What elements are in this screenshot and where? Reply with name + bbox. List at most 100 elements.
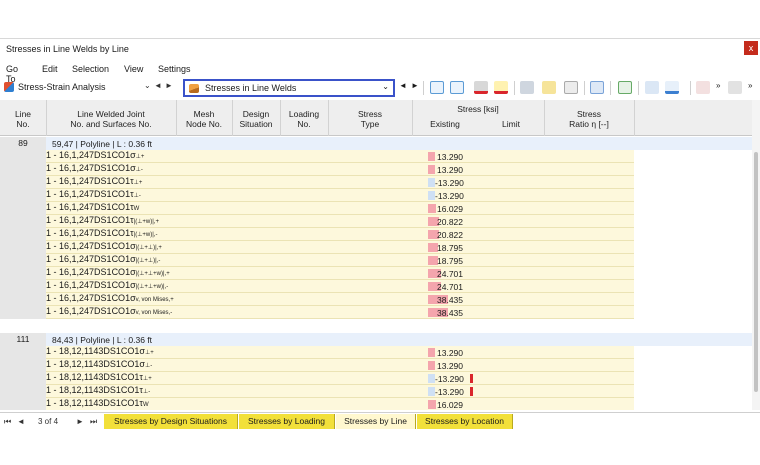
scroll-thumb[interactable] xyxy=(754,152,758,392)
col-joint[interactable]: Line Welded Joint No. and Surfaces No. xyxy=(46,109,176,129)
stress-type-cell: σ|(⊥+⊥)|,- xyxy=(130,254,161,264)
joint-cell: 1 - 16,1,2 xyxy=(46,202,85,212)
joint-cell: 1 - 18,12,11 xyxy=(46,372,94,382)
col-existing[interactable]: Existing xyxy=(412,119,478,129)
decimal-places-icon[interactable] xyxy=(665,81,679,94)
table-row[interactable]: 1 - 16,1,247DS1CO1τ⊥- -13.290 xyxy=(46,189,634,202)
filter-funnel-icon[interactable] xyxy=(645,81,659,94)
table-row[interactable]: 1 - 16,1,247DS1CO1τ⊥+ -13.290 xyxy=(46,176,634,189)
table-row[interactable]: 1 - 18,12,1143DS1CO1τ⊥- -13.290 xyxy=(46,385,634,398)
col-stress-type[interactable]: Stress Type xyxy=(328,109,412,129)
col-loading[interactable]: Loading No. xyxy=(280,109,328,129)
vertical-scrollbar[interactable] xyxy=(752,100,760,410)
mesh-node-cell: 47 xyxy=(84,254,95,264)
table-row[interactable]: 1 - 16,1,247DS1CO1τ|(⊥+w)|,- 20.822 xyxy=(46,228,634,241)
col-mesh[interactable]: Mesh Node No. xyxy=(176,109,232,129)
stress-type-cell: τ|(⊥+w)|,- xyxy=(130,228,158,238)
more-tools-icon[interactable]: » xyxy=(748,81,752,90)
table-row[interactable]: 1 - 16,1,247DS1CO1σ|(⊥+⊥)|,+ 18.795 xyxy=(46,241,634,254)
table-row[interactable]: 1 - 16,1,247DS1CO1σ⊥- 13.290 xyxy=(46,163,634,176)
table-row[interactable]: 1 - 16,1,247DS1CO1σ⊥+ 13.290 xyxy=(46,150,634,163)
col-stress-type-label: Stress Type xyxy=(357,109,383,129)
mesh-node-cell: 43 xyxy=(93,372,104,382)
search-table-icon[interactable] xyxy=(728,81,742,94)
table-row[interactable]: 1 - 16,1,247DS1CO1τ|(⊥+w)|,+ 20.822 xyxy=(46,215,634,228)
clear-selection-icon[interactable] xyxy=(696,81,710,94)
table-row[interactable]: 1 - 18,12,1143DS1CO1σ⊥- 13.290 xyxy=(46,359,634,372)
group-header-row[interactable]: 59,47 | Polyline | L : 0.36 ft xyxy=(46,137,760,150)
close-button[interactable]: x xyxy=(744,41,758,55)
design-situation-cell: DS1 xyxy=(103,372,121,382)
undo-select-icon[interactable] xyxy=(430,81,444,94)
select-pointer-icon[interactable] xyxy=(450,81,464,94)
mesh-node-cell: 47 xyxy=(84,228,95,238)
table-grid-icon[interactable] xyxy=(520,81,534,94)
existing-value: 13.290 xyxy=(437,164,463,175)
table-outline-icon[interactable] xyxy=(564,81,578,94)
loading-cell: CO1 xyxy=(111,254,131,264)
existing-value: 24.701 xyxy=(437,281,463,292)
stress-type-subscript: v, von Mises,- xyxy=(135,310,173,316)
table-row[interactable]: 1 - 16,1,247DS1CO1σv, von Mises,+ 38.435 xyxy=(46,293,634,306)
tab-loading[interactable]: Stresses by Loading xyxy=(239,414,335,429)
next-arrow-icon[interactable]: ► xyxy=(165,81,173,90)
line-number[interactable]: 111 xyxy=(0,333,46,410)
stress-type-cell: σ⊥+ xyxy=(130,150,145,160)
tab-line[interactable]: Stresses by Line xyxy=(336,414,416,429)
design-situation-cell: DS1 xyxy=(94,202,112,212)
next-page-icon[interactable]: ► xyxy=(76,417,84,426)
col-line-no[interactable]: Line No. xyxy=(0,109,46,129)
stress-type-subscript: |(⊥+w)|,+ xyxy=(133,219,159,225)
next-table-icon[interactable]: ► xyxy=(411,81,419,90)
menu-edit[interactable]: Edit xyxy=(42,64,58,74)
tab-location[interactable]: Stresses by Location xyxy=(417,414,513,429)
table-row[interactable]: 1 - 18,12,1143DS1CO1τ⊥+ -13.290 xyxy=(46,372,634,385)
stress-type-subscript: |(⊥+⊥)|,+ xyxy=(135,245,162,251)
chevron-down-icon[interactable]: ⌄ xyxy=(144,81,151,90)
export-icon[interactable] xyxy=(618,81,632,94)
joint-cell: 1 - 16,1,2 xyxy=(46,215,85,225)
existing-bar xyxy=(428,374,435,383)
mesh-node-cell: 47 xyxy=(84,215,95,225)
menu-selection[interactable]: Selection xyxy=(72,64,109,74)
table-selector[interactable]: Stresses in Line Welds ⌄ xyxy=(183,79,395,97)
joint-cell: 1 - 16,1,2 xyxy=(46,293,85,303)
table-row[interactable]: 1 - 18,12,1143DS1CO1σ⊥+ 13.290 xyxy=(46,346,634,359)
table-yellow-icon[interactable] xyxy=(542,81,556,94)
last-page-icon[interactable]: ⏭ xyxy=(90,417,97,427)
view-eye-icon[interactable] xyxy=(474,81,488,94)
table-row[interactable]: 1 - 16,1,247DS1CO1σ|(⊥+⊥+w)|,- 24.701 xyxy=(46,280,634,293)
col-ratio[interactable]: Stress Ratio η [--] xyxy=(544,109,634,129)
joint-cell: 1 - 18,12,11 xyxy=(46,346,94,356)
column-layout-icon[interactable] xyxy=(590,81,604,94)
existing-value: -13.290 xyxy=(435,386,464,397)
first-page-icon[interactable]: ⏮ xyxy=(4,417,11,427)
group-header-row[interactable]: 84,43 | Polyline | L : 0.36 ft xyxy=(46,333,760,346)
table-row[interactable]: 1 - 16,1,247DS1CO1σ|(⊥+⊥)|,- 18.795 xyxy=(46,254,634,267)
prev-arrow-icon[interactable]: ◄ xyxy=(154,81,162,90)
table-row[interactable]: 1 - 18,12,1143DS1CO1τW 16.029 xyxy=(46,398,634,410)
prev-page-icon[interactable]: ◄ xyxy=(17,417,25,426)
design-situation-cell: DS1 xyxy=(94,280,112,290)
stress-type-subscript: |(⊥+⊥)|,- xyxy=(135,258,161,264)
design-situation-cell: DS1 xyxy=(94,189,112,199)
analysis-type-select[interactable]: Stress-Strain Analysis ⌄ ◄ ► xyxy=(4,80,174,96)
table-row[interactable]: 1 - 16,1,247DS1CO1σv, von Mises,- 38.435 xyxy=(46,306,634,319)
stress-type-cell: τ⊥- xyxy=(130,189,141,199)
menu-view[interactable]: View xyxy=(124,64,143,74)
existing-value: 16.029 xyxy=(437,399,463,410)
line-number[interactable]: 89 xyxy=(0,137,46,319)
table-row[interactable]: 1 - 16,1,247DS1CO1τW 16.029 xyxy=(46,202,634,215)
prev-table-icon[interactable]: ◄ xyxy=(399,81,407,90)
col-design-label: Design Situation xyxy=(239,109,273,129)
tab-design-situations[interactable]: Stresses by Design Situations xyxy=(104,414,238,429)
col-limit[interactable]: Limit xyxy=(478,119,544,129)
col-design[interactable]: Design Situation xyxy=(232,109,280,129)
chevron-down-icon[interactable]: ⌄ xyxy=(382,82,389,91)
existing-value: 18.795 xyxy=(437,255,463,266)
table-row[interactable]: 1 - 16,1,247DS1CO1σ|(⊥+⊥+w)|,+ 24.701 xyxy=(46,267,634,280)
xxx-filter-icon[interactable] xyxy=(494,81,508,94)
mesh-node-cell: 43 xyxy=(93,398,104,408)
menu-settings[interactable]: Settings xyxy=(158,64,191,74)
more-tools-icon[interactable]: » xyxy=(716,81,720,90)
